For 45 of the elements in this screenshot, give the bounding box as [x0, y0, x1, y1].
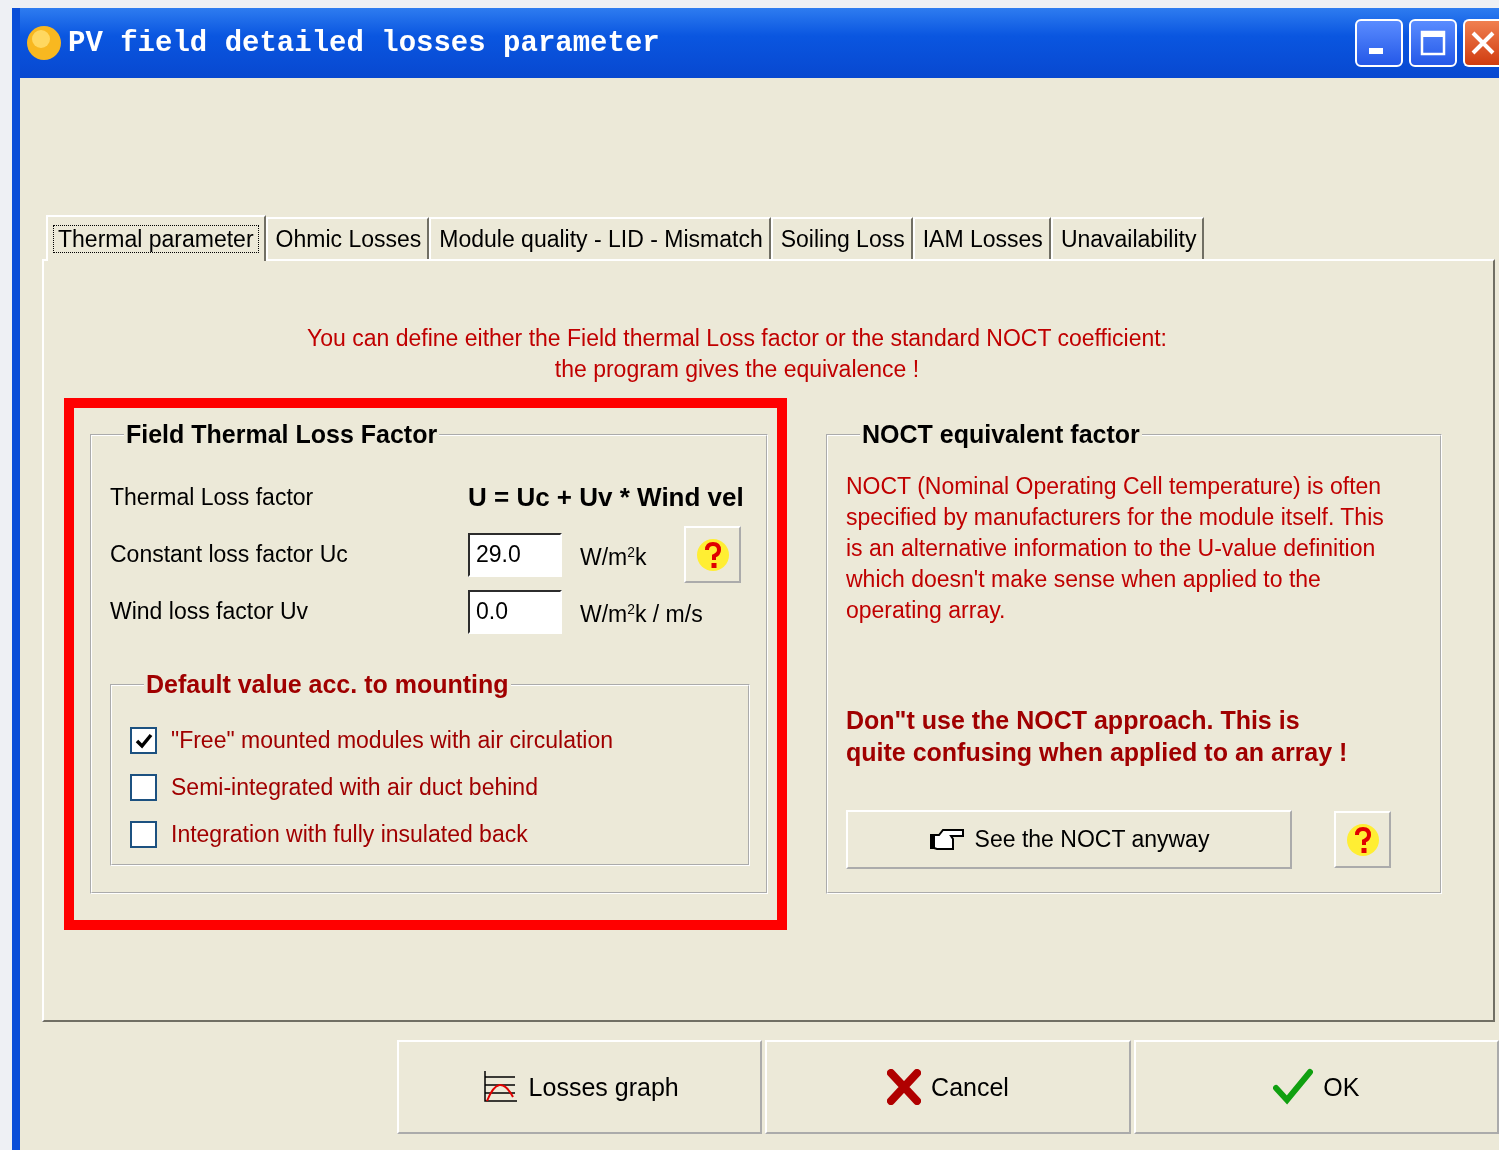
field-label: Thermal Loss factor: [110, 484, 315, 511]
window-title: PV field detailed losses parameter: [68, 26, 661, 60]
close-button[interactable]: [1463, 19, 1499, 67]
group-title: Field Thermal Loss Factor: [125, 420, 439, 449]
formula-text: U = Uc + Uv * Wind vel: [468, 482, 744, 513]
x-icon: [887, 1069, 922, 1105]
input-field[interactable]: 0.0: [468, 589, 562, 634]
tab[interactable]: Thermal parameter: [46, 215, 266, 261]
pointing-hand-icon: [928, 826, 967, 853]
unit-label: W/m$^{2}$k / m/s: [580, 599, 703, 629]
question-icon: [695, 537, 730, 572]
minimize-icon: [1369, 48, 1383, 54]
tab[interactable]: Unavailability: [1050, 217, 1205, 259]
tab[interactable]: Ohmic Losses: [265, 217, 430, 259]
check-icon: [1273, 1068, 1314, 1106]
warning-text: Don"t use the NOCT approach. This is quite confusing when applied to an array !: [846, 705, 1349, 768]
maximize-button[interactable]: [1409, 19, 1457, 67]
help-button[interactable]: [1334, 811, 1391, 868]
see-noct-button[interactable]: See the NOCT anyway: [846, 810, 1292, 869]
unit-label: W/m$^{2}$k: [580, 542, 648, 572]
group-title: Default value acc. to mounting: [145, 670, 510, 699]
checkbox-label: "Free" mounted modules with air circulation: [171, 727, 614, 754]
description-text: NOCT (Nominal Operating Cell temperature) is often specified by manufacturers for the module itself. This is an alternative information to the U-value definition which doesn't make sense when applied to the operating array.: [846, 472, 1385, 625]
checkbox-label: Semi-integrated with air duct behind: [171, 774, 538, 801]
dialog-button[interactable]: Losses graph: [397, 1040, 763, 1134]
minimize-button[interactable]: [1355, 19, 1403, 67]
group-title: NOCT equivalent factor: [861, 420, 1141, 449]
help-button[interactable]: [684, 526, 741, 583]
checkbox[interactable]: [130, 821, 157, 848]
checkbox[interactable]: [130, 727, 157, 754]
checkbox[interactable]: [130, 774, 157, 801]
tab[interactable]: Soiling Loss: [770, 217, 913, 259]
dialog-button[interactable]: Cancel: [765, 1040, 1131, 1134]
tab[interactable]: Module quality - LID - Mismatch: [429, 217, 771, 259]
question-icon: [1345, 822, 1380, 857]
intro-text: You can define either the Field thermal Loss factor or the standard NOCT coefficient:: [306, 324, 1168, 353]
tab[interactable]: IAM Losses: [912, 217, 1051, 259]
maximize-icon: [1419, 29, 1447, 57]
sun-icon: [26, 25, 62, 61]
field-label: Wind loss factor Uv: [110, 598, 310, 625]
dialog-button[interactable]: OK: [1133, 1040, 1499, 1134]
field-label: Constant loss factor Uc: [110, 541, 349, 568]
intro-text: the program gives the equivalence !: [553, 355, 921, 384]
checkbox-label: Integration with fully insulated back: [171, 821, 528, 848]
input-field[interactable]: 29.0: [468, 532, 562, 577]
